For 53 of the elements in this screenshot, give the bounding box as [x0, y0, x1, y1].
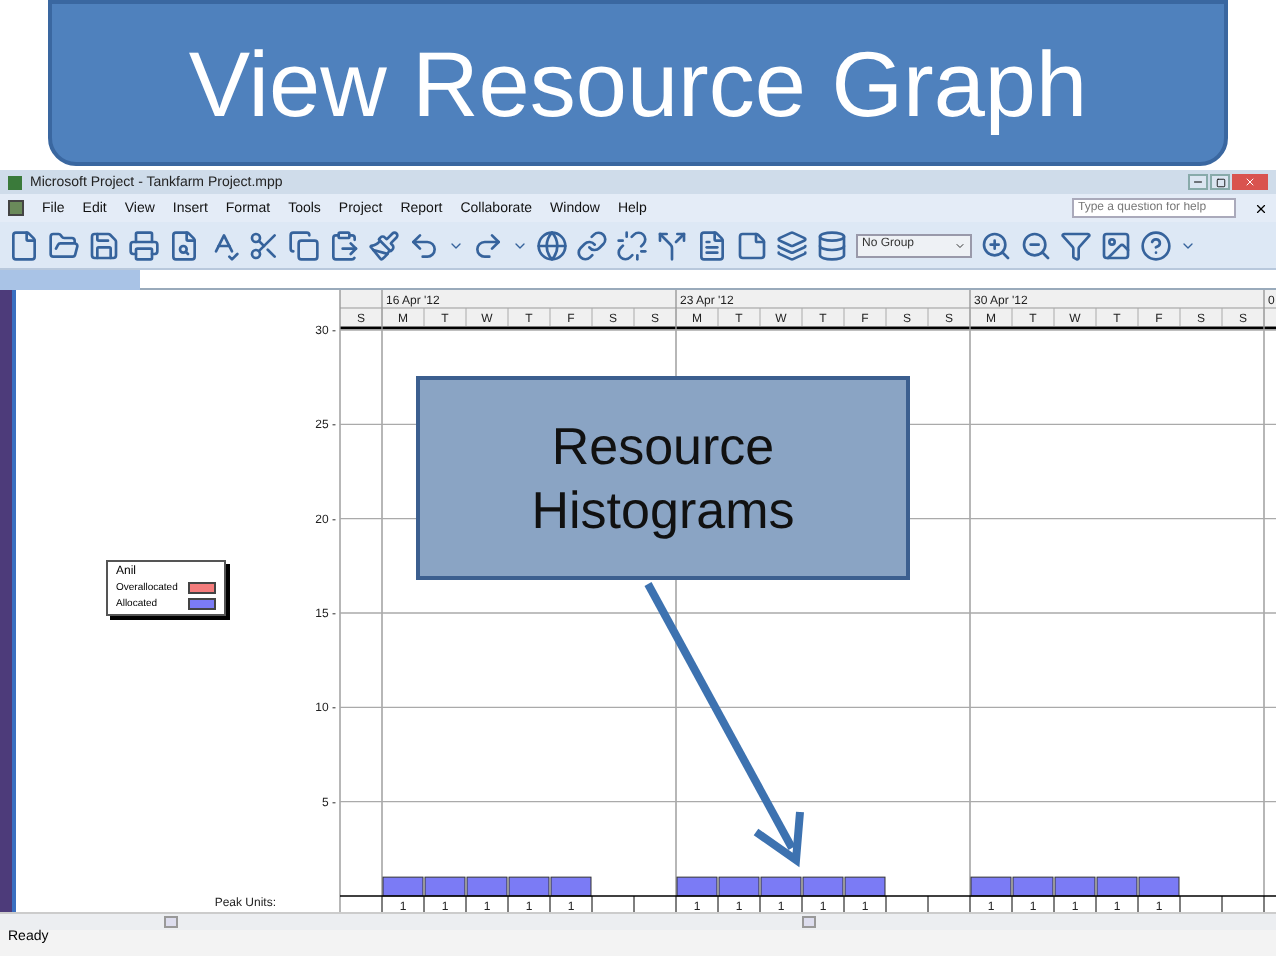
document-icon: [8, 200, 24, 216]
brush-icon[interactable]: [368, 229, 400, 261]
printer-icon[interactable]: [128, 229, 160, 261]
histogram-bar: [718, 876, 760, 897]
paste-icon[interactable]: [328, 229, 360, 261]
copy-icon[interactable]: [288, 229, 320, 261]
redo-icon[interactable]: [472, 229, 504, 261]
close-icon: [1244, 176, 1256, 188]
print-preview-icon[interactable]: [168, 229, 200, 261]
histogram-bar: [760, 876, 802, 897]
histogram-bar: [1054, 876, 1096, 897]
folder-icon[interactable]: [48, 229, 80, 261]
globe-icon[interactable]: [536, 229, 568, 261]
help-icon[interactable]: [1140, 229, 1172, 261]
histogram-bar: [508, 876, 550, 897]
minimize-button[interactable]: [1188, 174, 1208, 190]
histogram-bar: [382, 876, 424, 897]
histogram-bar: [1138, 876, 1180, 897]
histogram-bar: [424, 876, 466, 897]
link-icon[interactable]: [576, 229, 608, 261]
close-button[interactable]: [1232, 174, 1268, 190]
unlink-icon[interactable]: [616, 229, 648, 261]
histogram-bar: [466, 876, 508, 897]
database-icon[interactable]: [816, 229, 848, 261]
save-icon[interactable]: [88, 229, 120, 261]
maximize-button[interactable]: [1210, 174, 1230, 190]
histogram-bar: [1096, 876, 1138, 897]
histogram-bar: [844, 876, 886, 897]
callout-box: Resource Histograms: [416, 376, 910, 580]
histogram-bar: [970, 876, 1012, 897]
close-icon[interactable]: [1254, 201, 1268, 215]
split-icon[interactable]: [656, 229, 688, 261]
new-file-icon[interactable]: [8, 229, 40, 261]
picture-icon[interactable]: [1100, 229, 1132, 261]
zoom-out-icon[interactable]: [1020, 229, 1052, 261]
entry-field[interactable]: [140, 270, 1276, 290]
filter-icon[interactable]: [1060, 229, 1092, 261]
layers-icon[interactable]: [776, 229, 808, 261]
histogram-bar: [1012, 876, 1054, 897]
histogram-bar: [802, 876, 844, 897]
histogram-bar: [676, 876, 718, 897]
entry-bar-label-area: [0, 270, 140, 290]
document-icon[interactable]: [696, 229, 728, 261]
minimize-icon: [1192, 176, 1204, 188]
histogram-bar: [550, 876, 592, 897]
slide-title: View Resource Graph: [48, 0, 1228, 166]
maximize-icon: [1215, 177, 1225, 187]
note-icon[interactable]: [736, 229, 768, 261]
app-icon: [8, 175, 22, 189]
undo-icon[interactable]: [408, 229, 440, 261]
zoom-in-icon[interactable]: [980, 229, 1012, 261]
caret-icon: [954, 239, 966, 251]
cut-icon[interactable]: [248, 229, 280, 261]
